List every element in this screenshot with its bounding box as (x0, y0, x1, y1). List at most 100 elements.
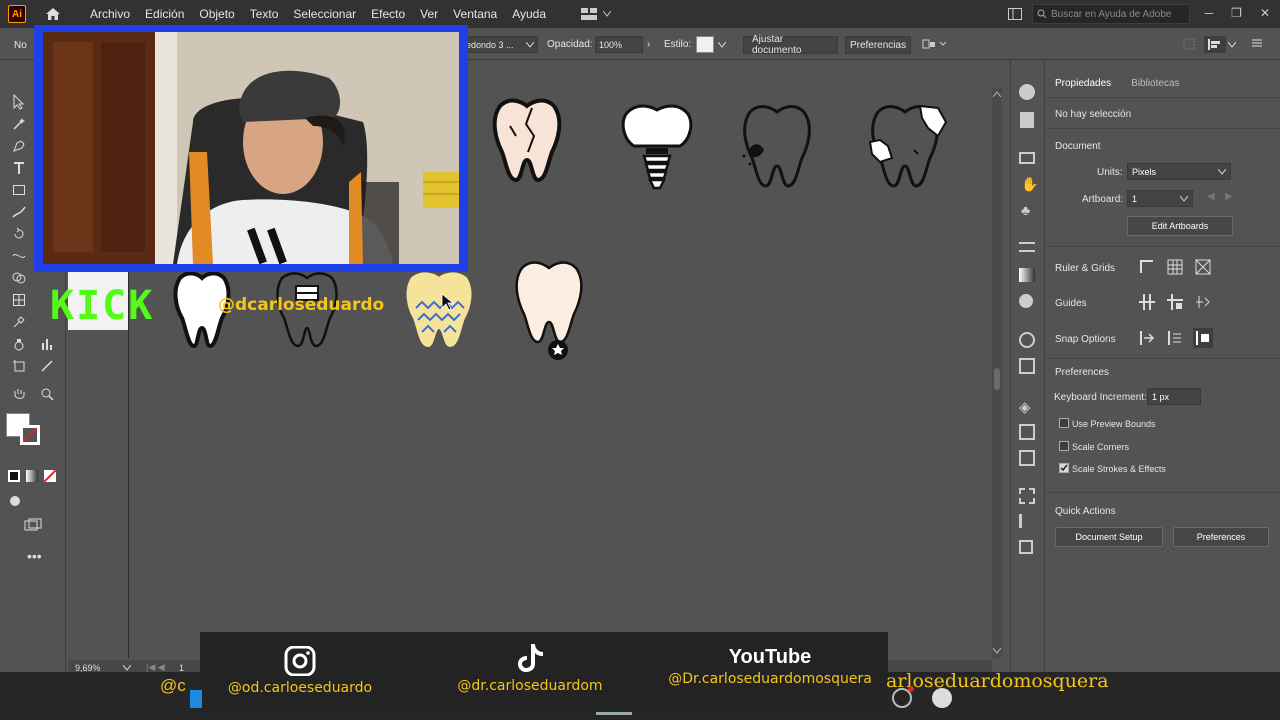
control-bar-menu-icon[interactable] (1252, 38, 1262, 48)
menu-ver[interactable]: Ver (420, 7, 438, 21)
menu-ayuda[interactable]: Ayuda (512, 7, 546, 21)
scroll-down-icon[interactable] (993, 648, 1001, 654)
gradient-icon[interactable] (26, 470, 38, 482)
tab-properties[interactable]: Propiedades (1045, 72, 1122, 96)
workspace-switcher[interactable] (581, 8, 612, 20)
corner-shape-select[interactable]: edondo 3 ... (462, 36, 538, 53)
draw-mode-icon[interactable] (6, 492, 24, 510)
restore-icon[interactable]: ❐ (1231, 6, 1242, 20)
properties-panel-icon[interactable] (1019, 84, 1035, 100)
keyboard-increment-input[interactable]: 1 px (1147, 388, 1201, 405)
pen-tool-icon[interactable] (10, 137, 28, 155)
next-artboard-icon[interactable]: ▶ (1225, 191, 1233, 202)
snap-to-pixel-toggle[interactable] (1193, 328, 1213, 348)
artboard-tool-icon[interactable] (10, 357, 28, 375)
edit-artboards-button[interactable]: Edit Artboards (1127, 216, 1233, 236)
symbols-icon[interactable]: ♣ (1021, 202, 1030, 218)
transparency-grid-icon[interactable] (1195, 259, 1211, 275)
menu-objeto[interactable]: Objeto (199, 7, 234, 21)
zoom-tool-icon[interactable] (38, 385, 56, 403)
smart-guides-icon[interactable] (1195, 294, 1211, 310)
menu-seleccionar[interactable]: Seleccionar (293, 7, 356, 21)
chevron-down-icon[interactable] (123, 665, 131, 671)
tooth-yellow-plaque-illustration[interactable] (402, 268, 476, 352)
menu-ventana[interactable]: Ventana (453, 7, 497, 21)
more-tools-icon[interactable]: ••• (27, 548, 42, 564)
taskbar-app-icon[interactable] (190, 690, 202, 708)
use-preview-bounds-checkbox[interactable] (1059, 418, 1069, 428)
panel-toggle-icon[interactable] (1008, 8, 1022, 20)
width-tool-icon[interactable] (10, 247, 28, 265)
chevron-down-icon[interactable] (1228, 42, 1236, 48)
brush-tool-icon[interactable] (10, 203, 28, 221)
gradient-panel-icon[interactable] (1019, 268, 1035, 282)
column-graph-icon[interactable] (38, 335, 56, 353)
rectangle-tool-icon[interactable] (10, 181, 28, 199)
pathfinder-icon[interactable] (1019, 540, 1033, 554)
magic-wand-icon[interactable] (10, 115, 28, 133)
menu-texto[interactable]: Texto (250, 7, 279, 21)
fit-document-button[interactable]: Ajustar documento (743, 34, 838, 56)
slice-tool-icon[interactable] (38, 357, 56, 375)
stroke-swatch[interactable] (20, 425, 40, 445)
menu-efecto[interactable]: Efecto (371, 7, 405, 21)
tooth-root-infection-illustration[interactable] (510, 258, 588, 362)
show-guides-icon[interactable] (1139, 294, 1155, 310)
hand-tool-icon[interactable] (10, 385, 28, 403)
fill-stroke-swatches[interactable] (6, 413, 40, 445)
transparency-icon[interactable] (1019, 294, 1033, 308)
distribute-toggle[interactable] (1204, 36, 1226, 53)
scale-strokes-checkbox[interactable] (1059, 463, 1069, 473)
style-swatch[interactable] (696, 36, 714, 53)
home-icon[interactable] (44, 5, 62, 23)
arrange-icon[interactable] (922, 38, 948, 50)
tooth-implant-illustration[interactable] (618, 100, 696, 192)
menu-archivo[interactable]: Archivo (90, 7, 130, 21)
type-tool-icon[interactable] (10, 159, 28, 177)
scale-corners-checkbox[interactable] (1059, 441, 1069, 451)
chevron-right-icon[interactable]: › (647, 39, 650, 50)
tooth-cavity-illustration[interactable] (738, 102, 816, 190)
help-search-input[interactable]: Buscar en Ayuda de Adobe (1032, 4, 1190, 24)
preferences-button[interactable]: Preferencias (845, 36, 911, 54)
lock-guides-icon[interactable] (1167, 294, 1183, 310)
minimize-icon[interactable]: ─ (1205, 6, 1214, 20)
shape-builder-icon[interactable] (10, 269, 28, 287)
align-icon[interactable] (1183, 38, 1195, 50)
layers-icon[interactable]: ◈ (1019, 398, 1031, 416)
mesh-tool-icon[interactable] (10, 291, 28, 309)
units-select[interactable]: Pixels (1127, 163, 1231, 180)
none-icon[interactable] (44, 470, 56, 482)
appearance-icon[interactable] (1019, 332, 1035, 348)
tab-libraries[interactable]: Bibliotecas (1121, 72, 1189, 96)
chevron-down-icon[interactable] (718, 42, 726, 48)
artboards-panel-icon[interactable] (1019, 424, 1035, 440)
prev-artboard-icon[interactable]: ◀ (1207, 191, 1215, 202)
close-icon[interactable]: ✕ (1260, 6, 1270, 20)
snap-to-grid-icon[interactable] (1167, 330, 1183, 346)
document-info-icon[interactable] (1020, 112, 1034, 128)
document-setup-button[interactable]: Document Setup (1055, 527, 1163, 547)
color-icon[interactable] (8, 470, 20, 482)
snap-to-point-icon[interactable] (1139, 330, 1155, 346)
swatches-icon[interactable] (1019, 152, 1035, 164)
align-panel-icon[interactable] (1019, 514, 1033, 528)
rotate-tool-icon[interactable] (10, 225, 28, 243)
artboard-select[interactable]: 1 (1127, 190, 1193, 207)
stroke-panel-icon[interactable] (1019, 242, 1035, 252)
preferences-panel-button[interactable]: Preferences (1173, 527, 1269, 547)
grid-icon[interactable] (1167, 259, 1183, 275)
vertical-scroll-thumb[interactable] (994, 368, 1000, 390)
transform-icon[interactable] (1019, 488, 1035, 504)
taskbar-tray-icon[interactable] (932, 688, 952, 708)
menu-edicion[interactable]: Edición (145, 7, 184, 21)
symbol-sprayer-icon[interactable] (10, 335, 28, 353)
rulers-icon[interactable] (1139, 259, 1155, 275)
graphic-styles-icon[interactable] (1019, 358, 1035, 374)
scroll-up-icon[interactable] (993, 91, 1001, 97)
eyedropper-icon[interactable] (10, 313, 28, 331)
selection-tool-icon[interactable] (10, 93, 28, 111)
tooth-cracked-illustration[interactable] (488, 96, 566, 184)
opacity-input[interactable]: 100% (595, 36, 643, 53)
brushes-icon[interactable]: ✋ (1021, 176, 1038, 193)
